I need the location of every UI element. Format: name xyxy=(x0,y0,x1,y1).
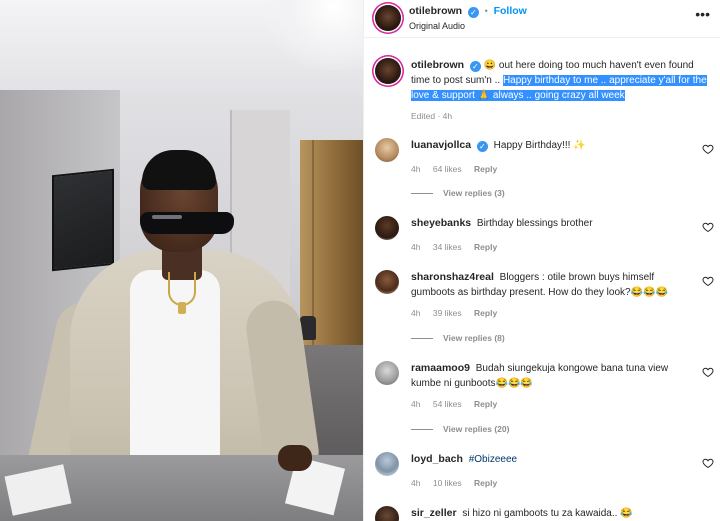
reply-button[interactable]: Reply xyxy=(474,399,497,409)
view-replies-line xyxy=(411,429,433,431)
commenter-avatar[interactable] xyxy=(375,452,399,476)
author-username[interactable]: otilebrown xyxy=(409,5,462,17)
person-pendant xyxy=(178,302,186,314)
reply-button[interactable]: Reply xyxy=(474,478,497,488)
comment-hashtag-link[interactable]: #Obizeeee xyxy=(469,454,517,465)
comment-text: sir_zeller si hizo ni gamboots tu za kaw… xyxy=(411,506,701,521)
comment-likes[interactable]: 39 likes xyxy=(433,308,462,318)
commenter-avatar[interactable] xyxy=(375,138,399,162)
comment-body: Birthday blessings brother xyxy=(476,218,593,229)
comment-time[interactable]: 4h xyxy=(411,399,420,409)
view-replies-button[interactable]: View replies (8) xyxy=(411,333,505,343)
comment-likes[interactable]: 54 likes xyxy=(433,399,462,409)
view-replies-button[interactable]: View replies (3) xyxy=(411,188,505,198)
reply-button[interactable]: Reply xyxy=(474,242,497,252)
verified-icon: ✓ xyxy=(476,141,488,152)
comment-body: si hizo ni gamboots tu za kawaida.. 😂 xyxy=(462,508,633,519)
commenter-avatar[interactable] xyxy=(375,270,399,294)
comment-item: sharonshaz4real Bloggers : otile brown b… xyxy=(375,270,720,350)
comment-text: luanavjollca ✓ Happy Birthday!!! ✨ xyxy=(411,138,701,153)
comment-meta: 4h 64 likes Reply xyxy=(411,164,507,174)
commenter-username[interactable]: luanavjollca xyxy=(411,139,471,151)
post-video[interactable] xyxy=(0,0,363,521)
view-replies-label: View replies (20) xyxy=(443,424,510,434)
comment-time[interactable]: 4h xyxy=(411,478,420,488)
verified-icon: ✓ xyxy=(467,7,479,18)
heart-icon[interactable] xyxy=(702,221,714,233)
person-hair xyxy=(142,150,216,190)
view-replies-line xyxy=(411,338,433,340)
sunglasses-shine xyxy=(152,215,182,219)
comment-text: sheyebanks Birthday blessings brother xyxy=(411,216,701,231)
comment-text: sharonshaz4real Bloggers : otile brown b… xyxy=(411,270,696,300)
commenter-username[interactable]: sir_zeller xyxy=(411,507,457,519)
comment-item: luanavjollca ✓ Happy Birthday!!! ✨ 4h 64… xyxy=(375,138,720,208)
comment-likes[interactable]: 34 likes xyxy=(433,242,462,252)
comment-time[interactable]: 4h xyxy=(411,164,420,174)
commenter-username[interactable]: sharonshaz4real xyxy=(411,271,494,283)
view-replies-button[interactable]: View replies (20) xyxy=(411,424,509,434)
reply-button[interactable]: Reply xyxy=(474,308,497,318)
comment-text: loyd_bach #Obizeeee xyxy=(411,452,701,467)
verified-icon: ✓ xyxy=(469,61,481,72)
comment-text: ramaamoo9 Budah siungekuja kongowe bana … xyxy=(411,361,696,391)
person-hand xyxy=(278,445,312,471)
heart-icon[interactable] xyxy=(702,457,714,469)
ceiling-light xyxy=(265,0,363,70)
comment-likes[interactable]: 10 likes xyxy=(433,478,462,488)
panel-divider xyxy=(363,0,364,521)
view-replies-label: View replies (3) xyxy=(443,188,505,198)
reply-button[interactable]: Reply xyxy=(474,164,497,174)
header-separator: • xyxy=(484,6,488,16)
commenter-avatar[interactable] xyxy=(375,506,399,521)
comment-time[interactable]: 4h xyxy=(411,242,420,252)
comment-time[interactable]: 4h xyxy=(411,308,420,318)
comment-item: sir_zeller si hizo ni gamboots tu za kaw… xyxy=(375,506,720,521)
caption-edited-time: Edited · 4h xyxy=(411,111,453,121)
comment-item: sheyebanks Birthday blessings brother 4h… xyxy=(375,216,720,256)
commenter-username[interactable]: loyd_bach xyxy=(411,453,463,465)
heart-icon[interactable] xyxy=(702,275,714,287)
view-replies-label: View replies (8) xyxy=(443,333,505,343)
header-title-row: otilebrown ✓ • Follow xyxy=(409,5,527,18)
more-options-icon[interactable]: ••• xyxy=(695,6,710,22)
follow-button[interactable]: Follow xyxy=(494,5,527,17)
caption-username[interactable]: otilebrown xyxy=(411,59,464,71)
caption-avatar[interactable] xyxy=(375,58,401,84)
heart-icon[interactable] xyxy=(702,143,714,155)
post-header: otilebrown ✓ • Follow Original Audio ••• xyxy=(363,0,720,38)
comment-meta: 4h 54 likes Reply xyxy=(411,399,507,409)
wall-tv xyxy=(52,168,114,272)
commenter-username[interactable]: ramaamoo9 xyxy=(411,362,470,374)
view-replies-line xyxy=(411,193,433,195)
comment-body: Happy Birthday!!! ✨ xyxy=(493,140,586,151)
commenter-username[interactable]: sheyebanks xyxy=(411,217,471,229)
commenter-avatar[interactable] xyxy=(375,216,399,240)
comment-meta: 4h 39 likes Reply xyxy=(411,308,507,318)
comment-item: ramaamoo9 Budah siungekuja kongowe bana … xyxy=(375,361,720,441)
comment-item: loyd_bach #Obizeeee 4h 10 likes Reply xyxy=(375,452,720,492)
commenter-avatar[interactable] xyxy=(375,361,399,385)
caption-text: otilebrown ✓ 😀 out here doing too much h… xyxy=(411,58,715,103)
heart-icon[interactable] xyxy=(702,366,714,378)
person-chain xyxy=(168,272,196,306)
comment-meta: 4h 34 likes Reply xyxy=(411,242,507,252)
author-avatar[interactable] xyxy=(375,5,401,31)
audio-label[interactable]: Original Audio xyxy=(409,21,465,31)
comment-meta: 4h 10 likes Reply xyxy=(411,478,507,488)
comment-likes[interactable]: 64 likes xyxy=(433,164,462,174)
